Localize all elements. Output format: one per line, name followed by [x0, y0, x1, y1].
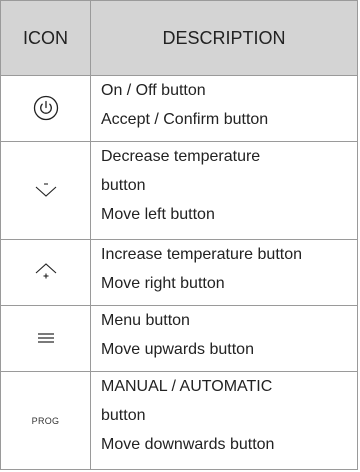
table-row: Increase temperature button Move right b…	[0, 239, 358, 306]
description-cell: Increase temperature button Move right b…	[90, 239, 358, 306]
table-row: PROG MANUAL / AUTOMATIC button Move down…	[0, 370, 358, 471]
chevron-up-plus-icon	[35, 263, 56, 279]
description-line: Move left button	[101, 205, 215, 223]
description-line: button	[101, 176, 146, 194]
description-line: button	[101, 406, 146, 424]
description-line: MANUAL / AUTOMATIC	[101, 377, 273, 395]
icon-cell	[0, 304, 91, 372]
description-column-header: DESCRIPTION	[90, 0, 358, 76]
description-line: Decrease temperature	[101, 147, 261, 165]
table-row: Decrease temperature button Move left bu…	[0, 140, 358, 241]
description-line: Increase temperature button	[101, 246, 303, 264]
icon-cell	[0, 140, 91, 241]
description-line: Menu button	[101, 311, 190, 329]
description-line: On / Off button	[101, 82, 206, 99]
icon-column-header: ICON	[0, 0, 91, 76]
prog-icon: PROG	[31, 416, 60, 427]
chevron-down-minus-icon	[35, 183, 56, 198]
power-icon	[33, 96, 58, 121]
description-cell: MANUAL / AUTOMATIC button Move downwards…	[90, 370, 358, 471]
menu-icon	[37, 333, 54, 343]
description-cell: Decrease temperature button Move left bu…	[90, 140, 358, 241]
icon-cell	[0, 75, 91, 142]
icon-cell	[0, 239, 91, 306]
description-line: Move downwards button	[101, 435, 275, 453]
description-cell: Menu button Move upwards button	[90, 304, 358, 372]
description-cell: On / Off button Accept / Confirm button	[90, 75, 358, 142]
icon-cell: PROG	[0, 370, 91, 471]
description-line: Accept / Confirm button	[101, 111, 269, 128]
description-line: Move right button	[101, 275, 225, 293]
description-line: Move upwards button	[101, 340, 254, 358]
header-row: ICON DESCRIPTION	[0, 0, 358, 76]
icon-legend-table: ICON DESCRIPTION On / Off button Accept …	[0, 0, 358, 471]
table-row: Menu button Move upwards button	[0, 304, 358, 372]
table-row: On / Off button Accept / Confirm button	[0, 75, 358, 142]
